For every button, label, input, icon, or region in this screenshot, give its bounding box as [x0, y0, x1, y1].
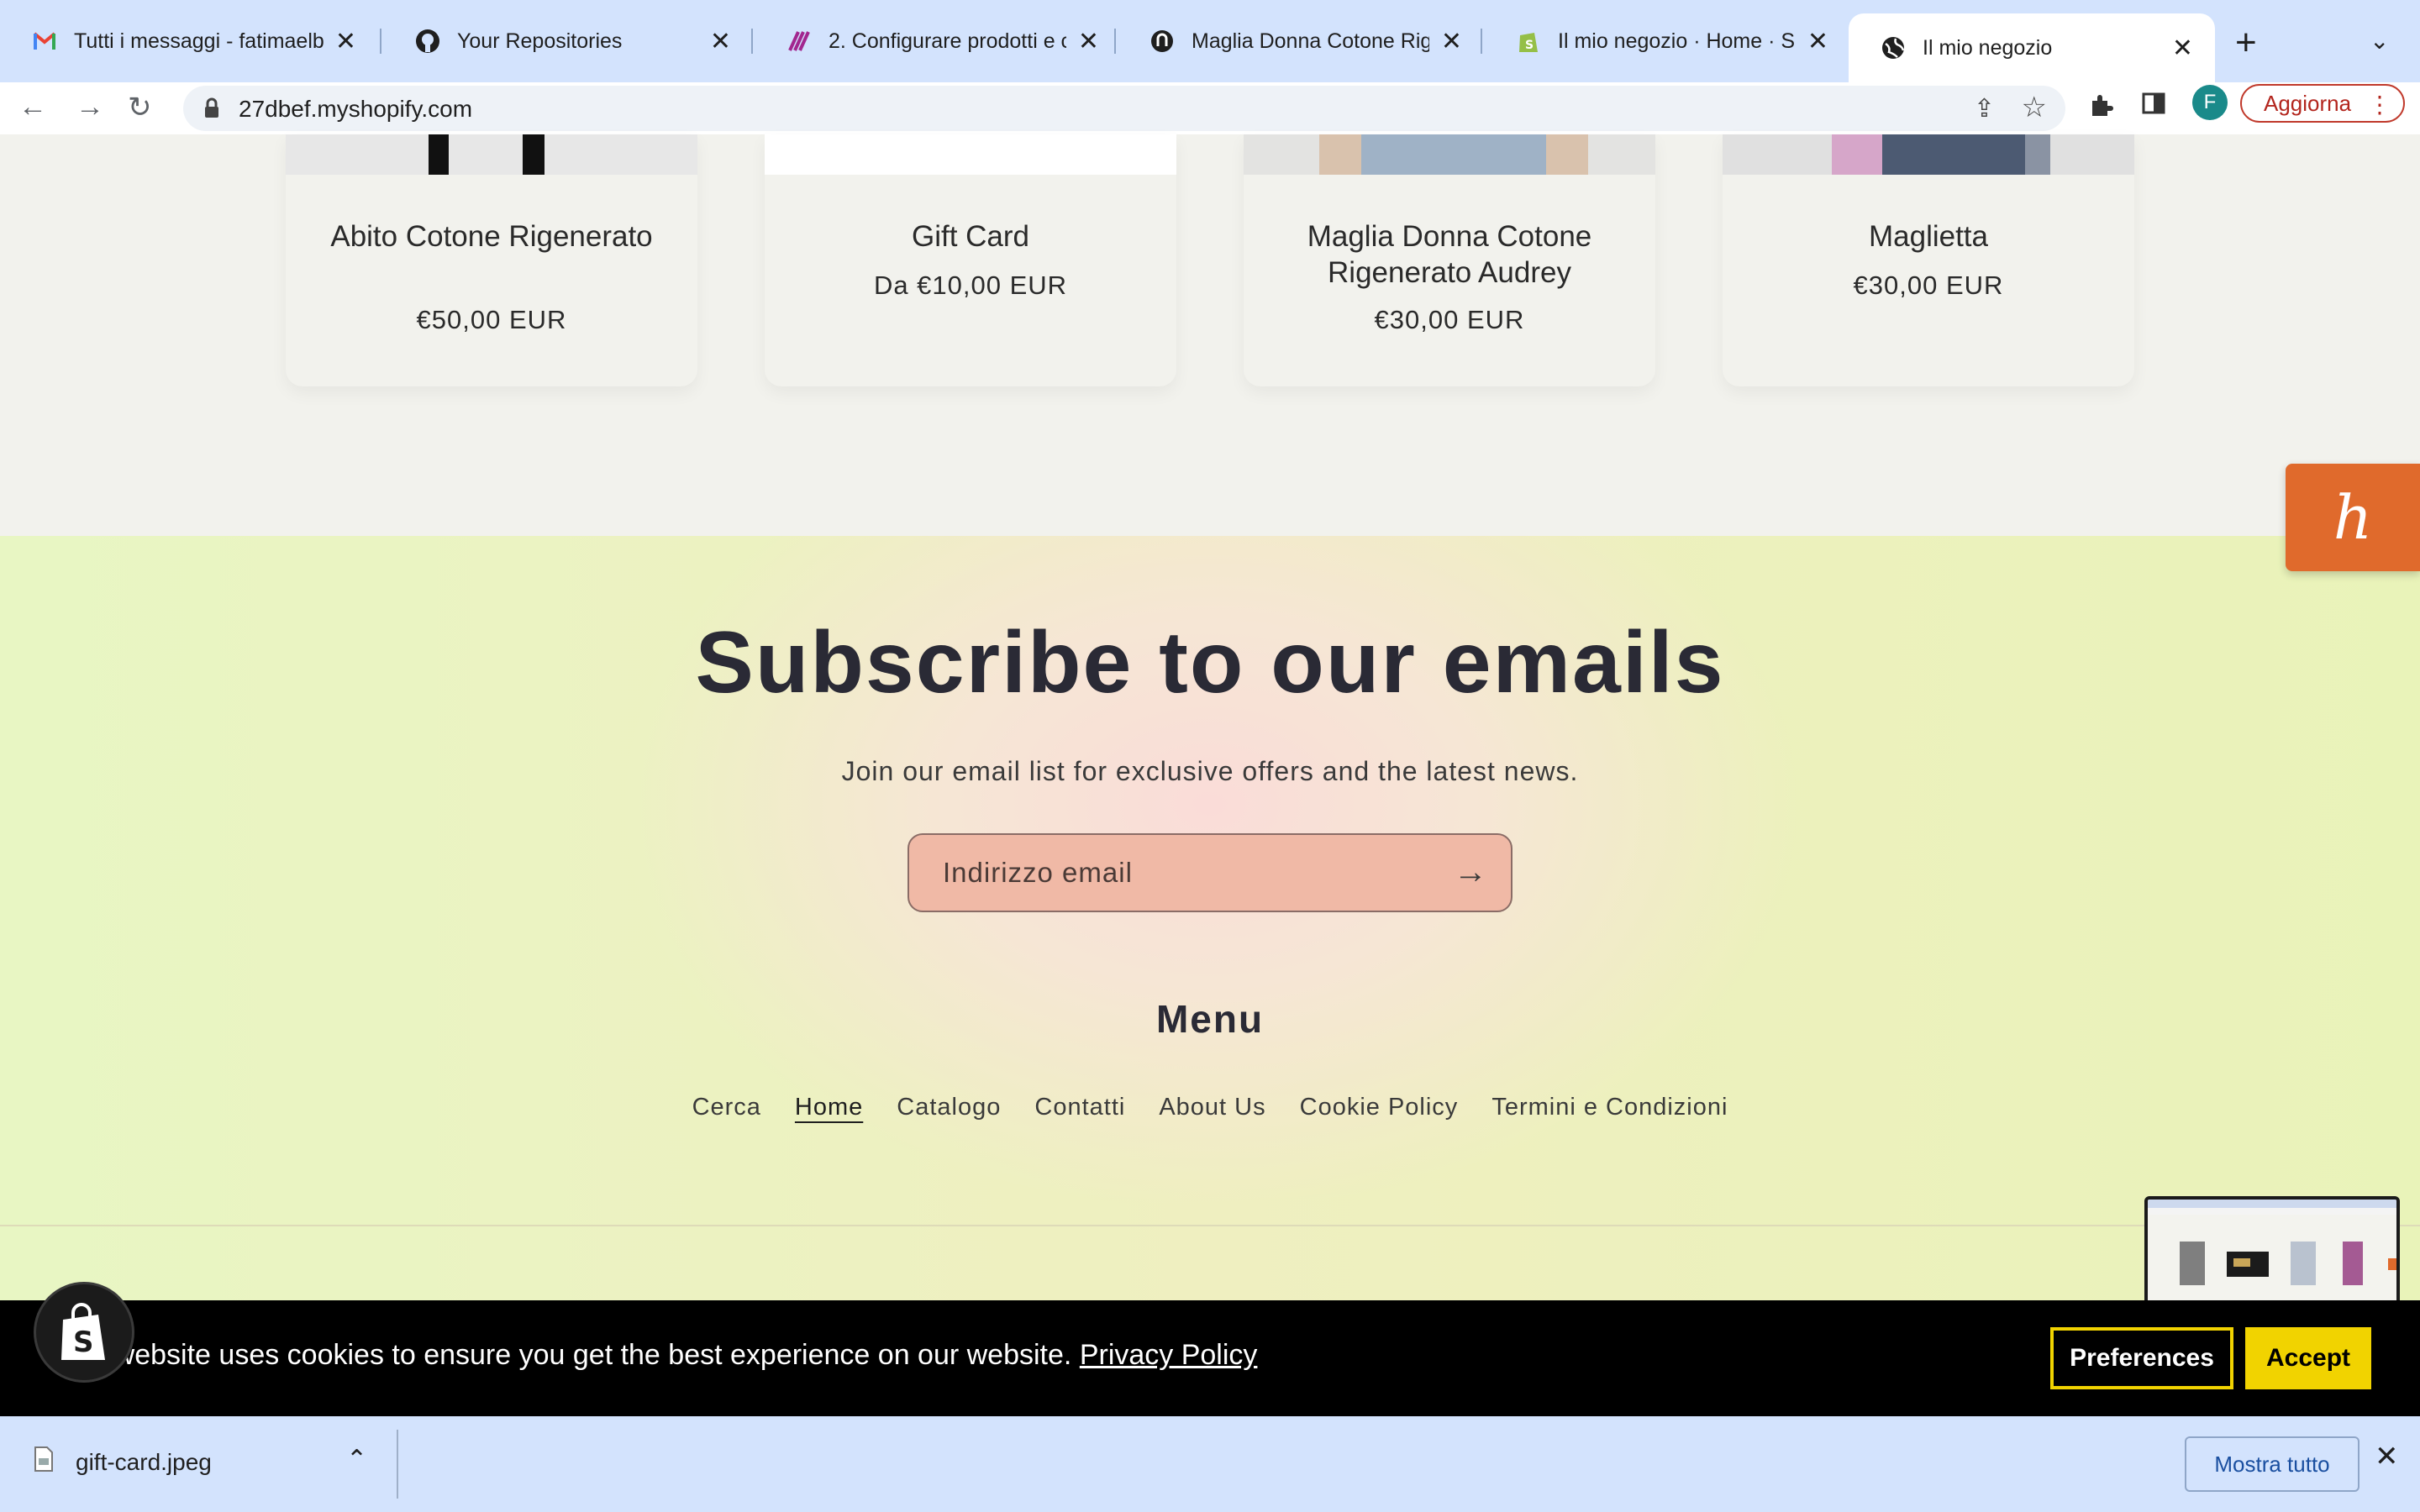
footer-link-termini[interactable]: Termini e Condizioni	[1491, 1094, 1728, 1121]
browser-toolbar: ← → ↻ 27dbef.myshopify.com ⇪ ☆	[0, 82, 2420, 134]
close-tab-icon[interactable]: ✕	[1441, 27, 1462, 56]
footer-link-cookie-policy[interactable]: Cookie Policy	[1300, 1094, 1459, 1121]
store-icon	[1150, 29, 1175, 54]
tab-title: 2. Configurare prodotti e co	[829, 29, 1066, 53]
download-item[interactable]: gift-card.jpeg	[34, 1446, 212, 1478]
tab-title: Il mio negozio · Home · Sho	[1558, 29, 1796, 53]
footer-menu-links: Cerca Home Catalogo Contatti About Us Co…	[0, 1094, 2420, 1121]
cookie-banner: This website uses cookies to ensure you …	[0, 1300, 2420, 1416]
tab-title: Your Repositories	[457, 29, 623, 53]
product-image[interactable]	[286, 134, 697, 175]
tab-divider	[380, 29, 381, 54]
product-card[interactable]: Maglietta €30,00 EUR	[1723, 134, 2134, 386]
product-name[interactable]: Abito Cotone Rigenerato	[311, 218, 672, 255]
svg-text:S: S	[1525, 39, 1534, 52]
show-all-downloads-button[interactable]: Mostra tutto	[2185, 1436, 2360, 1492]
product-image[interactable]	[1723, 134, 2134, 175]
more-menu-icon[interactable]: ⋮	[2368, 91, 2391, 118]
tab-gmail[interactable]: Tutti i messaggi - fatimaelb ✕	[0, 13, 378, 69]
cookie-message: This website uses cookies to ensure you …	[52, 1339, 1257, 1372]
footer-divider	[0, 1225, 2420, 1226]
svg-text:S: S	[73, 1326, 94, 1359]
tab-store-product[interactable]: Maglia Donna Cotone Riger ✕	[1118, 13, 1484, 69]
github-icon	[415, 29, 440, 54]
chevron-up-icon[interactable]: ⌃	[346, 1445, 367, 1474]
profile-avatar[interactable]: F	[2192, 85, 2228, 120]
download-filename: gift-card.jpeg	[76, 1448, 212, 1475]
extensions-puzzle-icon[interactable]	[2087, 91, 2116, 126]
reload-icon[interactable]: ↻	[128, 91, 152, 124]
footer-menu-title: Menu	[1155, 997, 1265, 1041]
back-icon[interactable]: ←	[18, 91, 47, 123]
close-tab-icon[interactable]: ✕	[1078, 27, 1099, 56]
share-icon[interactable]: ⇪	[1974, 94, 1995, 123]
chevron-down-icon[interactable]: ⌄	[2370, 27, 2389, 55]
product-price: €30,00 EUR	[1374, 305, 1525, 334]
email-input[interactable]	[909, 835, 1430, 911]
footer-link-about-us[interactable]: About Us	[1159, 1094, 1265, 1121]
tab-github[interactable]: Your Repositories ✕	[383, 13, 753, 69]
lock-icon[interactable]	[203, 97, 220, 123]
submit-arrow-icon[interactable]: →	[1454, 853, 1487, 891]
new-tab-icon[interactable]: +	[2235, 22, 2257, 64]
shopify-icon: S	[1516, 29, 1541, 54]
tab-divider	[1114, 29, 1116, 54]
update-browser-button[interactable]: Aggiorna ⋮	[2240, 84, 2405, 123]
footer-link-catalogo[interactable]: Catalogo	[897, 1094, 1001, 1121]
shop-pay-bag-icon[interactable]: S	[34, 1282, 134, 1383]
newsletter-title: Subscribe to our emails	[695, 614, 1725, 711]
tab-active-store[interactable]: Il mio negozio ✕	[1849, 13, 2215, 82]
address-bar[interactable]: 27dbef.myshopify.com ⇪ ☆	[183, 86, 2065, 131]
file-icon	[34, 1446, 54, 1478]
privacy-policy-link[interactable]: Privacy Policy	[1080, 1339, 1258, 1371]
product-card[interactable]: Abito Cotone Rigenerato €50,00 EUR	[286, 134, 697, 386]
tab-divider	[751, 29, 753, 54]
tab-title: Il mio negozio	[1923, 35, 2053, 60]
footer-link-contatti[interactable]: Contatti	[1034, 1094, 1125, 1121]
update-label: Aggiorna	[2264, 90, 2352, 116]
tab-divider	[1481, 29, 1482, 54]
footer-link-home[interactable]: Home	[795, 1094, 863, 1121]
download-divider	[397, 1430, 398, 1499]
product-price: €30,00 EUR	[1853, 270, 2004, 300]
tab-course[interactable]: 2. Configurare prodotti e co ✕	[755, 13, 1121, 69]
forward-icon[interactable]: →	[76, 91, 104, 123]
globe-icon	[1881, 35, 1906, 60]
course-icon	[786, 29, 812, 54]
footer-link-cerca[interactable]: Cerca	[692, 1094, 761, 1121]
product-price: Da €10,00 EUR	[873, 270, 1068, 300]
close-tab-icon[interactable]: ✕	[2172, 34, 2193, 63]
close-tab-icon[interactable]: ✕	[335, 27, 356, 56]
close-icon[interactable]: ✕	[2375, 1440, 2399, 1473]
product-card[interactable]: Gift Card Da €10,00 EUR	[765, 134, 1176, 386]
cookie-accept-button[interactable]: Accept	[2245, 1327, 2371, 1389]
tab-shopify-admin[interactable]: S Il mio negozio · Home · Sho ✕	[1484, 13, 1850, 69]
url-text: 27dbef.myshopify.com	[239, 96, 473, 122]
product-grid: Abito Cotone Rigenerato €50,00 EUR Gift …	[0, 134, 2420, 536]
product-card[interactable]: Maglia Donna Cotone Rigenerato Audrey €3…	[1244, 134, 1655, 386]
download-bar: gift-card.jpeg ⌃ Mostra tutto ✕	[0, 1416, 2420, 1512]
footer-newsletter-section: Subscribe to our emails Join our email l…	[0, 536, 2420, 1300]
gmail-icon	[32, 29, 57, 54]
product-name[interactable]: Maglia Donna Cotone Rigenerato Audrey	[1269, 218, 1630, 291]
tab-title: Maglia Donna Cotone Riger	[1192, 29, 1429, 53]
product-price: €50,00 EUR	[416, 305, 567, 334]
product-name[interactable]: Gift Card	[790, 218, 1151, 255]
bookmark-star-icon[interactable]: ☆	[2022, 91, 2047, 124]
browser-tab-strip: Tutti i messaggi - fatimaelb ✕ Your Repo…	[0, 0, 2420, 82]
close-tab-icon[interactable]: ✕	[1807, 27, 1828, 56]
newsletter-form: →	[908, 833, 1512, 912]
tab-title: Tutti i messaggi - fatimaelb	[74, 29, 324, 53]
newsletter-description: Join our email list for exclusive offers…	[841, 756, 1579, 786]
helper-widget-badge[interactable]: h	[2286, 464, 2420, 571]
product-image[interactable]	[1244, 134, 1655, 175]
close-tab-icon[interactable]: ✕	[710, 27, 731, 56]
product-image[interactable]	[765, 134, 1176, 175]
product-name[interactable]: Maglietta	[1748, 218, 2109, 255]
cookie-message-text: This website uses cookies to ensure you …	[52, 1339, 1072, 1371]
side-panel-icon[interactable]	[2141, 91, 2166, 123]
cookie-preferences-button[interactable]: Preferences	[2050, 1327, 2233, 1389]
